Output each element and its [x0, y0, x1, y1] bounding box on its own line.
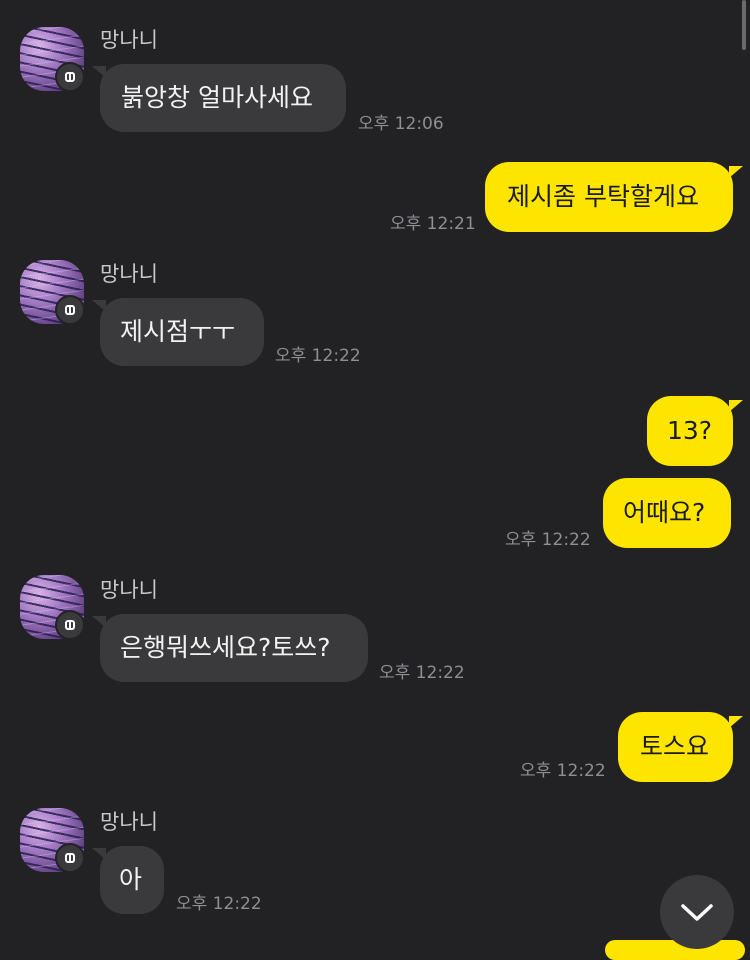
- message-bubble-outgoing[interactable]: 토스요: [618, 712, 733, 782]
- message-bubble-incoming[interactable]: 아: [100, 846, 164, 914]
- scroll-down-button[interactable]: [660, 875, 734, 949]
- channel-badge-icon: [55, 62, 85, 92]
- sender-name: 망나니: [100, 262, 158, 286]
- message-bubble-outgoing-partial[interactable]: [605, 940, 745, 960]
- message-bubble-outgoing[interactable]: 13?: [647, 396, 733, 466]
- message-time: 오후 12:22: [379, 663, 465, 683]
- message-bubble-incoming[interactable]: 은행뭐쓰세요?토쓰?: [100, 614, 368, 682]
- scrollbar[interactable]: [742, 0, 746, 50]
- message-time: 오후 12:22: [520, 761, 606, 781]
- message-time: 오후 12:22: [505, 530, 591, 550]
- bubble-tail: [729, 716, 743, 728]
- chevron-down-icon: [681, 904, 713, 921]
- bubble-tail: [729, 400, 743, 412]
- message-bubble-incoming[interactable]: 붉앙창 얼마사세요: [100, 64, 346, 132]
- channel-badge-icon: [55, 843, 85, 873]
- message-bubble-outgoing[interactable]: 어때요?: [603, 478, 731, 548]
- message-bubble-outgoing[interactable]: 제시좀 부탁할게요: [485, 162, 733, 232]
- message-bubble-incoming[interactable]: 제시점ㅜㅜ: [100, 298, 264, 366]
- sender-name: 망나니: [100, 28, 158, 52]
- channel-badge-icon: [55, 295, 85, 325]
- message-time: 오후 12:22: [176, 894, 262, 914]
- channel-badge-icon: [55, 610, 85, 640]
- message-time: 오후 12:06: [358, 114, 444, 134]
- bubble-tail: [729, 166, 743, 178]
- sender-name: 망나니: [100, 578, 158, 602]
- message-time: 오후 12:21: [390, 214, 476, 234]
- sender-name: 망나니: [100, 810, 158, 834]
- message-time: 오후 12:22: [275, 346, 361, 366]
